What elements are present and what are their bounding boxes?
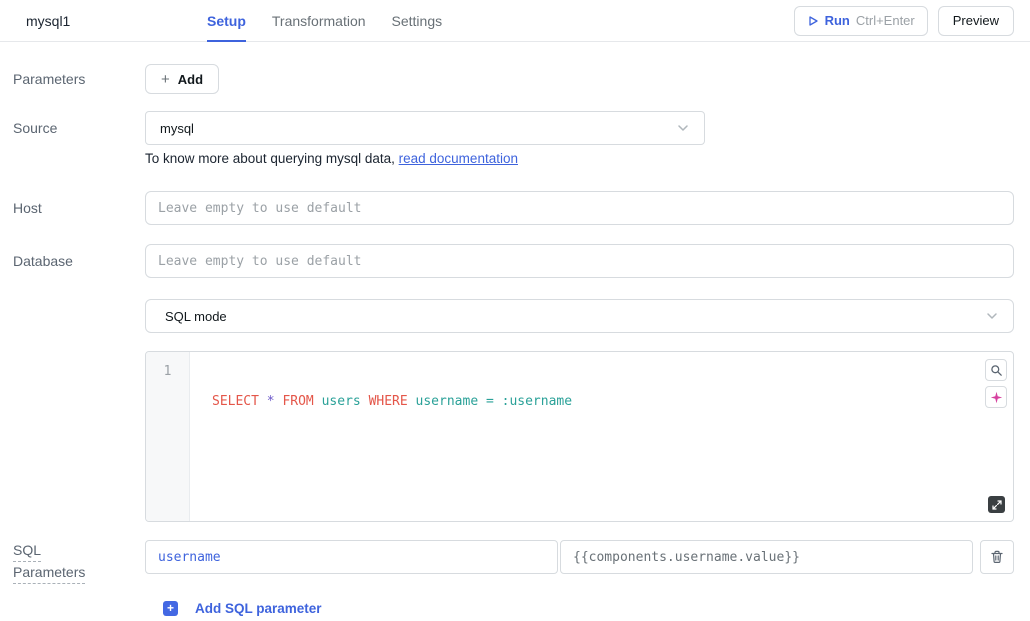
run-label: Run xyxy=(825,13,850,28)
add-sql-parameter-row: + Add SQL parameter xyxy=(0,599,1030,617)
host-label: Host xyxy=(0,200,145,216)
expand-icon xyxy=(992,500,1002,510)
line-number: 1 xyxy=(146,364,189,379)
source-help-prefix: To know more about querying mysql data, xyxy=(145,151,399,166)
sql-mode-row: SQL mode xyxy=(0,299,1030,333)
sql-code-editor: 1 SELECT * FROM users WHERE username = :… xyxy=(145,351,1014,522)
plus-icon: + xyxy=(161,71,170,88)
tab-setup[interactable]: Setup xyxy=(207,0,246,42)
parameters-label: Parameters xyxy=(0,71,145,87)
search-icon xyxy=(990,364,1003,377)
database-row: Database xyxy=(0,244,1030,278)
chevron-down-icon xyxy=(985,309,999,323)
add-parameter-label: Add xyxy=(178,72,203,87)
add-sql-parameter-label: Add SQL parameter xyxy=(195,601,322,616)
editor-toolbar xyxy=(985,359,1007,408)
source-help-text: To know more about querying mysql data, … xyxy=(145,151,1014,166)
editor-gutter: 1 xyxy=(146,352,190,521)
query-title: mysql1 xyxy=(26,13,207,29)
sql-mode-value: SQL mode xyxy=(165,309,227,324)
run-shortcut: Ctrl+Enter xyxy=(856,13,915,28)
sql-parameter-key-input[interactable] xyxy=(145,540,558,574)
tab-transformation[interactable]: Transformation xyxy=(272,0,366,42)
sql-mode-select[interactable]: SQL mode xyxy=(145,299,1014,333)
database-input[interactable] xyxy=(145,244,1014,278)
host-input[interactable] xyxy=(145,191,1014,225)
sparkle-icon xyxy=(990,391,1003,404)
sql-parameters-row: SQL Parameters xyxy=(0,540,1030,584)
read-documentation-link[interactable]: read documentation xyxy=(399,151,518,166)
tab-bar: Setup Transformation Settings xyxy=(207,0,442,42)
sql-parameter-value-input[interactable] xyxy=(560,540,973,574)
sql-parameter-row-item xyxy=(145,540,1014,574)
host-row: Host xyxy=(0,191,1030,225)
code-line: SELECT * FROM users WHERE username = :us… xyxy=(212,394,1013,409)
chevron-down-icon xyxy=(676,121,690,135)
parameters-row: Parameters + Add xyxy=(0,64,1030,94)
delete-parameter-button[interactable] xyxy=(980,540,1014,574)
source-selected-value: mysql xyxy=(160,121,194,136)
run-button[interactable]: Run Ctrl+Enter xyxy=(794,6,928,36)
query-header: mysql1 Setup Transformation Settings Run… xyxy=(0,0,1030,42)
query-editor-row: 1 SELECT * FROM users WHERE username = :… xyxy=(0,351,1030,522)
source-select[interactable]: mysql xyxy=(145,111,705,145)
database-label: Database xyxy=(0,253,145,269)
sql-parameters-label-line1: SQL xyxy=(13,540,41,562)
add-parameter-button[interactable]: + Add xyxy=(145,64,219,94)
code-area[interactable]: SELECT * FROM users WHERE username = :us… xyxy=(190,352,1013,521)
header-actions: Run Ctrl+Enter Preview xyxy=(794,6,1014,36)
add-sql-parameter-button[interactable]: + Add SQL parameter xyxy=(145,601,322,616)
source-row: Source mysql xyxy=(0,111,1030,145)
editor-search-button[interactable] xyxy=(985,359,1007,381)
ai-assist-button[interactable] xyxy=(985,386,1007,408)
preview-button[interactable]: Preview xyxy=(938,6,1014,36)
source-label: Source xyxy=(0,120,145,136)
sql-parameters-label: SQL Parameters xyxy=(0,540,145,584)
sql-parameters-label-line2: Parameters xyxy=(13,562,85,584)
trash-icon xyxy=(990,550,1004,564)
play-icon xyxy=(807,15,819,27)
tab-settings[interactable]: Settings xyxy=(392,0,443,42)
source-help-row: To know more about querying mysql data, … xyxy=(0,151,1030,166)
editor-expand-button[interactable] xyxy=(988,496,1005,513)
plus-square-icon: + xyxy=(163,601,178,616)
